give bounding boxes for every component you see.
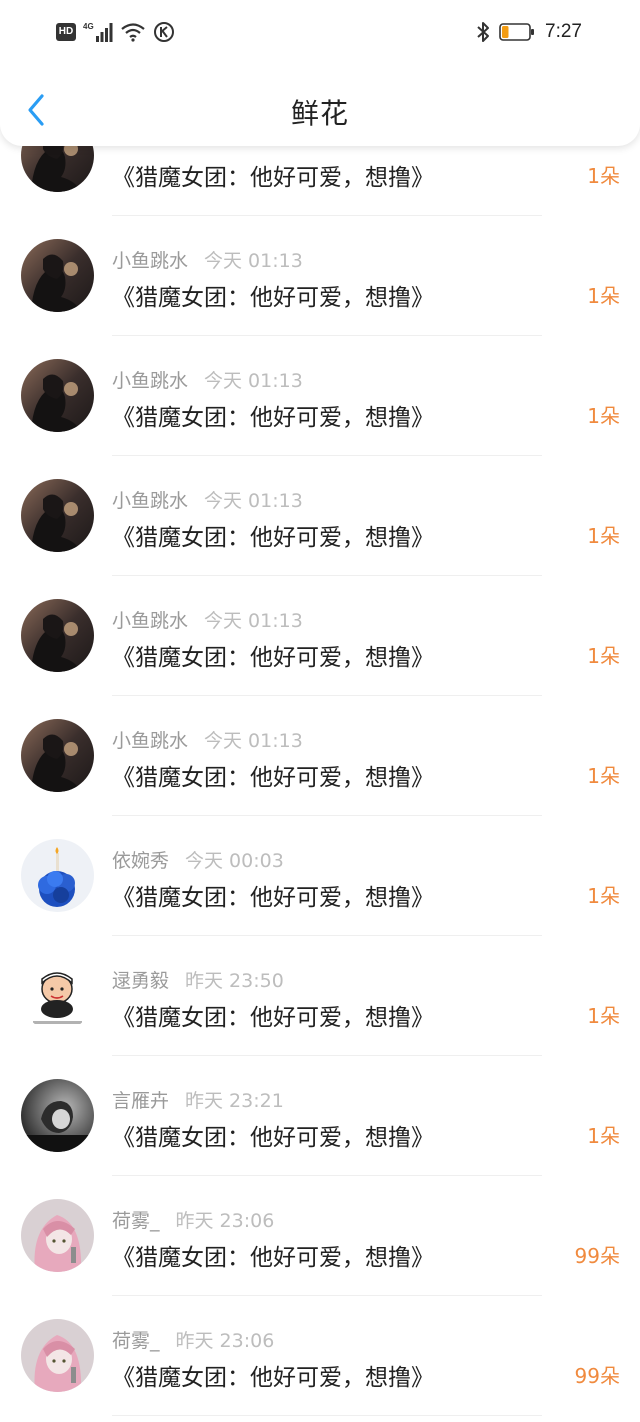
sender-name[interactable]: 小鱼跳水 xyxy=(112,370,188,392)
item-meta: 小鱼跳水 今天 01:13 xyxy=(112,486,303,513)
item-meta: 依婉秀 今天 00:03 xyxy=(112,846,284,873)
status-bar-left: HD 4G xyxy=(56,20,175,44)
book-title[interactable]: 《猎魔女团：他好可爱，想撸》 xyxy=(112,638,434,672)
sent-time: 今天 01:13 xyxy=(204,370,303,392)
book-title[interactable]: 《猎魔女团：他好可爱，想撸》 xyxy=(112,278,434,312)
sent-time: 昨天 23:06 xyxy=(175,1210,275,1232)
avatar[interactable] xyxy=(21,479,94,552)
book-title[interactable]: 《猎魔女团：他好可爱，想撸》 xyxy=(112,998,434,1032)
avatar[interactable] xyxy=(21,1199,94,1272)
book-title[interactable]: 《猎魔女团：他好可爱，想撸》 xyxy=(112,518,434,552)
list-item[interactable]: 小鱼跳水 今天 01:13 《猎魔女团：他好可爱，想撸》 1朵 xyxy=(0,336,640,456)
sender-name[interactable]: 荷雾_ xyxy=(112,1330,160,1352)
sent-time: 昨天 23:06 xyxy=(175,1330,275,1352)
status-bar-right: 7:27 xyxy=(475,18,582,46)
item-meta: 小鱼跳水 今天 01:13 xyxy=(112,606,303,633)
wifi-icon xyxy=(121,23,145,42)
flower-count: 1朵 xyxy=(587,284,620,308)
flower-count: 1朵 xyxy=(587,1004,620,1028)
sent-time: 今天 01:13 xyxy=(204,490,303,512)
hd-icon: HD xyxy=(56,23,76,41)
book-title[interactable]: 《猎魔女团：他好可爱，想撸》 xyxy=(112,398,434,432)
sender-name[interactable]: 小鱼跳水 xyxy=(112,250,188,272)
item-meta: 小鱼跳水 今天 01:13 xyxy=(112,366,303,393)
sent-time: 今天 01:13 xyxy=(204,730,303,752)
flower-count: 1朵 xyxy=(587,164,620,188)
list-item[interactable]: 小鱼跳水 今天 01:13 《猎魔女团：他好可爱，想撸》 1朵 xyxy=(0,216,640,336)
page-title: 鲜花 xyxy=(290,97,349,130)
book-title[interactable]: 《猎魔女团：他好可爱，想撸》 xyxy=(112,1118,434,1152)
network-type-label: 4G xyxy=(83,22,94,31)
sent-time: 今天 00:03 xyxy=(185,850,284,872)
item-meta: 荷雾_ 昨天 23:06 xyxy=(112,1326,274,1353)
item-meta: 逯勇毅 昨天 23:50 xyxy=(112,966,284,993)
sender-name[interactable]: 小鱼跳水 xyxy=(112,610,188,632)
avatar[interactable] xyxy=(21,839,94,912)
book-title[interactable]: 《猎魔女团：他好可爱，想撸》 xyxy=(112,1358,434,1392)
battery-icon xyxy=(499,23,535,41)
book-title[interactable]: 《猎魔女团：他好可爱，想撸》 xyxy=(112,158,434,192)
flower-count: 1朵 xyxy=(587,524,620,548)
flower-count: 99朵 xyxy=(574,1364,620,1388)
book-title[interactable]: 《猎魔女团：他好可爱，想撸》 xyxy=(112,758,434,792)
sent-time: 今天 01:13 xyxy=(204,250,303,272)
sent-time: 昨天 23:21 xyxy=(185,1090,284,1112)
avatar[interactable] xyxy=(21,359,94,432)
status-bar: HD 4G 7:27 xyxy=(0,0,640,64)
list-item[interactable]: 逯勇毅 昨天 23:50 《猎魔女团：他好可爱，想撸》 1朵 xyxy=(0,936,640,1056)
item-meta: 荷雾_ 昨天 23:06 xyxy=(112,1206,274,1233)
status-time: 7:27 xyxy=(545,21,582,42)
avatar[interactable] xyxy=(21,599,94,672)
k-icon xyxy=(154,22,174,42)
flower-count: 1朵 xyxy=(587,1124,620,1148)
sent-time: 今天 01:13 xyxy=(204,610,303,632)
list-item[interactable]: 小鱼跳水 今天 01:13 《猎魔女团：他好可爱，想撸》 1朵 xyxy=(0,696,640,816)
book-title[interactable]: 《猎魔女团：他好可爱，想撸》 xyxy=(112,878,434,912)
item-meta: 言雁卉 昨天 23:21 xyxy=(112,1086,284,1113)
sent-time: 昨天 23:50 xyxy=(185,970,284,992)
sender-name[interactable]: 言雁卉 xyxy=(112,1090,169,1112)
avatar[interactable] xyxy=(21,719,94,792)
avatar[interactable] xyxy=(21,959,94,1032)
bluetooth-icon xyxy=(477,22,490,42)
sender-name[interactable]: 小鱼跳水 xyxy=(112,490,188,512)
signal-icon: 4G xyxy=(83,22,113,42)
flower-count: 1朵 xyxy=(587,404,620,428)
book-title[interactable]: 《猎魔女团：他好可爱，想撸》 xyxy=(112,1238,434,1272)
flower-list[interactable]: 《猎魔女团：他好可爱，想撸》 1朵 小鱼跳水 今天 01:13 《猎魔女团：他好可爱，… xyxy=(0,96,640,1416)
nav-bar: 鲜花 xyxy=(0,72,640,146)
item-meta: 小鱼跳水 今天 01:13 xyxy=(112,726,303,753)
list-item[interactable]: 小鱼跳水 今天 01:13 《猎魔女团：他好可爱，想撸》 1朵 xyxy=(0,456,640,576)
list-item[interactable]: 依婉秀 今天 00:03 《猎魔女团：他好可爱，想撸》 1朵 xyxy=(0,816,640,936)
sender-name[interactable]: 荷雾_ xyxy=(112,1210,160,1232)
list-item[interactable]: 荷雾_ 昨天 23:06 《猎魔女团：他好可爱，想撸》 99朵 xyxy=(0,1296,640,1416)
sender-name[interactable]: 依婉秀 xyxy=(112,850,169,872)
header: HD 4G 7:27 鲜花 xyxy=(0,0,640,146)
list-item[interactable]: 小鱼跳水 今天 01:13 《猎魔女团：他好可爱，想撸》 1朵 xyxy=(0,576,640,696)
list-item[interactable]: 荷雾_ 昨天 23:06 《猎魔女团：他好可爱，想撸》 99朵 xyxy=(0,1176,640,1296)
flower-count: 1朵 xyxy=(587,764,620,788)
flower-count: 99朵 xyxy=(574,1244,620,1268)
avatar[interactable] xyxy=(21,1079,94,1152)
divider xyxy=(112,1415,542,1416)
flower-count: 1朵 xyxy=(587,644,620,668)
sender-name[interactable]: 逯勇毅 xyxy=(112,970,169,992)
item-meta: 小鱼跳水 今天 01:13 xyxy=(112,246,303,273)
sender-name[interactable]: 小鱼跳水 xyxy=(112,730,188,752)
avatar[interactable] xyxy=(21,239,94,312)
flower-count: 1朵 xyxy=(587,884,620,908)
avatar[interactable] xyxy=(21,1319,94,1392)
list-item[interactable]: 言雁卉 昨天 23:21 《猎魔女团：他好可爱，想撸》 1朵 xyxy=(0,1056,640,1176)
screen: 《猎魔女团：他好可爱，想撸》 1朵 小鱼跳水 今天 01:13 《猎魔女团：他好可爱，… xyxy=(0,0,640,1422)
